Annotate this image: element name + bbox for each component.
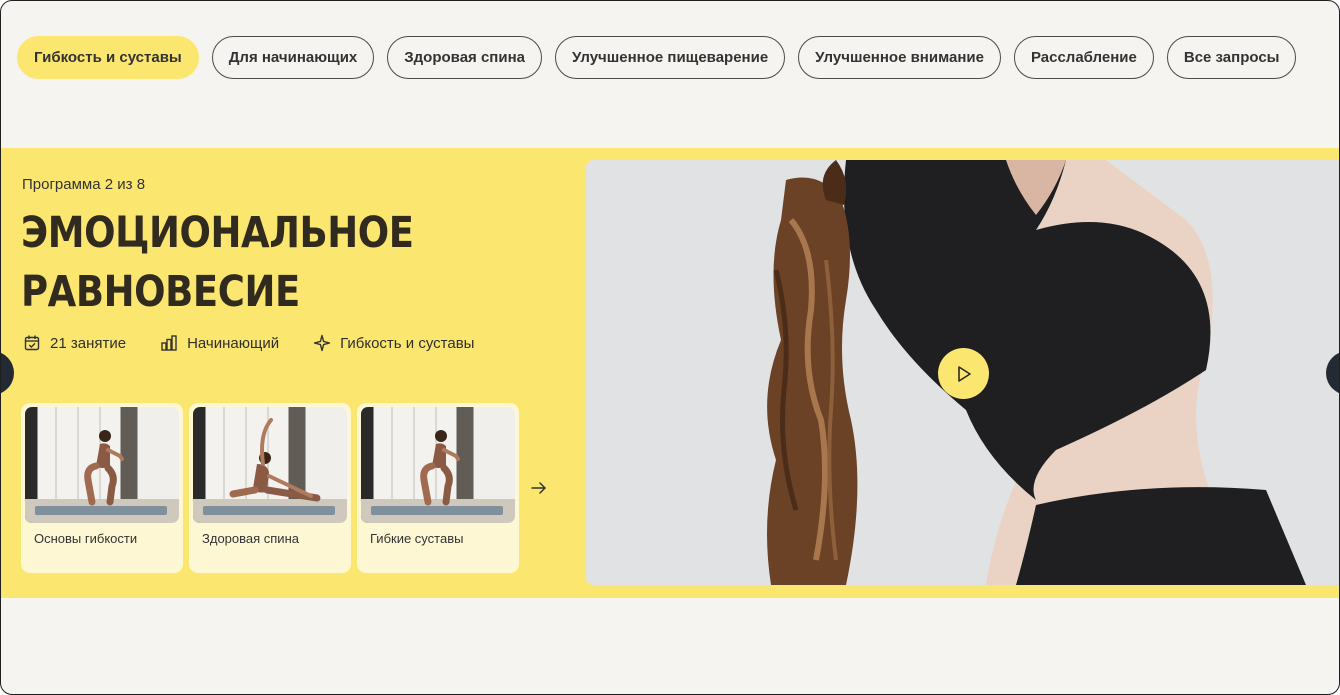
meta-lessons-label: 21 занятие bbox=[50, 334, 127, 352]
meta-focus-label: Гибкость и суставы bbox=[340, 334, 475, 352]
calendar-icon bbox=[24, 335, 40, 351]
level-bars-icon bbox=[161, 335, 177, 351]
play-icon bbox=[957, 365, 971, 382]
play-button[interactable] bbox=[938, 348, 989, 399]
lesson-cards: Основы гибкости Здоровая спина Гибкие су… bbox=[21, 403, 519, 573]
meta-level: Начинающий bbox=[160, 334, 279, 352]
meta-level-label: Начинающий bbox=[187, 334, 280, 352]
lesson-card[interactable]: Здоровая спина bbox=[189, 403, 351, 573]
lesson-card-label: Гибкие суставы bbox=[370, 531, 464, 546]
chip-healthy-back[interactable]: Здоровая спина bbox=[387, 36, 542, 79]
program-counter: Программа 2 из 8 bbox=[22, 176, 146, 193]
program-title-line-1: ЭМОЦИОНАЛЬНОЕ bbox=[21, 208, 414, 258]
sparkle-icon bbox=[313, 334, 331, 352]
program-hero-video[interactable] bbox=[586, 160, 1339, 585]
squat-pose-figure bbox=[84, 430, 124, 506]
lesson-card[interactable]: Гибкие суставы bbox=[357, 403, 519, 573]
lesson-card[interactable]: Основы гибкости bbox=[21, 403, 183, 573]
side-stretch-pose-figure bbox=[229, 418, 321, 502]
chip-all-requests[interactable]: Все запросы bbox=[1166, 36, 1297, 79]
lesson-thumbnail bbox=[25, 407, 179, 523]
lesson-thumbnail bbox=[193, 407, 347, 523]
filter-chips: Гибкость и суставы Для начинающих Здоров… bbox=[17, 36, 1297, 79]
arrow-right-icon[interactable] bbox=[529, 478, 549, 498]
chip-flexibility-joints[interactable]: Гибкость и суставы bbox=[17, 36, 199, 79]
program-meta: 21 занятие Начинающий Гибкость и суставы bbox=[23, 334, 474, 352]
chip-relaxation[interactable]: Расслабление bbox=[1013, 36, 1154, 79]
lesson-card-label: Здоровая спина bbox=[202, 531, 299, 546]
squat-pose-figure bbox=[420, 430, 460, 506]
lesson-card-label: Основы гибкости bbox=[34, 531, 138, 546]
program-title-line-2: РАВНОВЕСИЕ bbox=[21, 267, 300, 317]
program-title: ЭМОЦИОНАЛЬНОЕ РАВНОВЕСИЕ bbox=[21, 204, 414, 322]
chip-beginners[interactable]: Для начинающих bbox=[211, 36, 375, 79]
chip-digestion[interactable]: Улучшенное пищеварение bbox=[554, 36, 786, 79]
meta-focus: Гибкость и суставы bbox=[313, 334, 474, 352]
meta-lessons-count: 21 занятие bbox=[23, 334, 126, 352]
lesson-thumbnail bbox=[361, 407, 515, 523]
program-banner: Программа 2 из 8 ЭМОЦИОНАЛЬНОЕ РАВНОВЕСИ… bbox=[1, 148, 1339, 598]
chip-attention[interactable]: Улучшенное внимание bbox=[798, 36, 1001, 79]
app-frame: Гибкость и суставы Для начинающих Здоров… bbox=[0, 0, 1340, 695]
